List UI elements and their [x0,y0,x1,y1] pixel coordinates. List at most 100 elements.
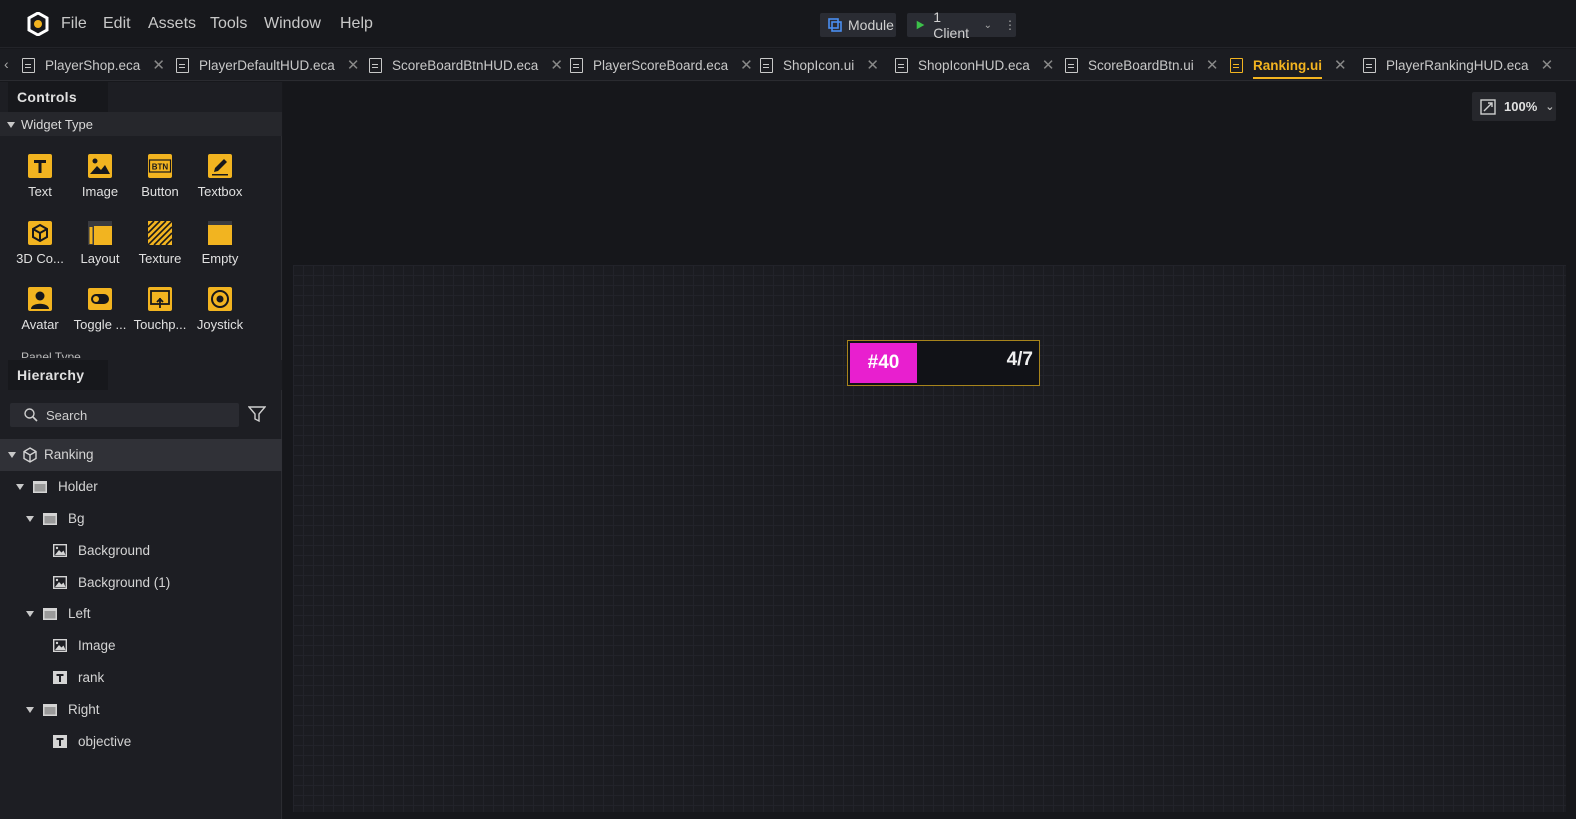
widget-avatar[interactable]: Avatar [10,283,70,343]
widget-label: Avatar [21,317,59,332]
widget-toggle[interactable]: Toggle ... [70,283,130,343]
chevron-down-icon[interactable]: ⌄ [984,20,992,31]
close-icon[interactable]: ✕ [152,56,165,74]
textbox-icon [208,154,232,178]
controls-tab[interactable]: Controls [8,82,108,112]
tree-node-background[interactable]: Background [0,535,282,567]
tree-node-label: Image [78,638,116,653]
text-node-icon [53,671,67,684]
ranking-preview-widget[interactable]: #40 4/7 [847,340,1040,386]
widget-textbox[interactable]: Textbox [190,150,250,210]
tab-shopicon-ui[interactable]: ShopIcon.ui ✕ [760,49,879,81]
hierarchy-tab[interactable]: Hierarchy [8,360,108,390]
controls-panel-header: Controls [0,82,282,112]
menu-assets[interactable]: Assets [148,15,196,33]
widget-text[interactable]: Text [10,150,70,210]
tab-label: ScoreBoardBtnHUD.eca [392,57,539,73]
tab-playerscoreboard-eca[interactable]: PlayerScoreBoard.eca ✕ [570,49,753,81]
module-button[interactable]: Module [820,13,896,37]
prefab-cube-icon [23,447,37,463]
collapse-triangle-icon[interactable] [7,122,15,128]
tab-scoreboardbtnhud-eca[interactable]: ScoreBoardBtnHUD.eca ✕ [369,49,563,81]
tab-playershop-eca[interactable]: PlayerShop.eca ✕ [22,49,165,81]
widget-label: Joystick [196,317,244,332]
close-icon[interactable]: ✕ [550,56,563,74]
expand-triangle-icon[interactable] [8,452,16,458]
close-icon[interactable]: ✕ [866,56,879,74]
expand-triangle-icon[interactable] [26,611,34,617]
zoom-value: 100% [1504,99,1538,114]
tab-playerrankinghud-eca[interactable]: PlayerRankingHUD.eca ✕ [1363,49,1553,81]
widget-touchpad[interactable]: Touchp... [130,283,190,343]
rank-text: #40 [867,352,900,373]
file-icon [570,57,583,73]
objective-text[interactable]: 4/7 [1007,349,1033,371]
widget-layout[interactable]: Layout [70,217,130,277]
close-icon[interactable]: ✕ [1334,56,1347,74]
tree-node-background-1[interactable]: Background (1) [0,567,282,599]
tab-label: PlayerShop.eca [45,57,141,73]
tree-node-ranking[interactable]: Ranking [0,439,282,471]
close-icon[interactable]: ✕ [1042,56,1055,74]
tab-scoreboardbtn-ui[interactable]: ScoreBoardBtn.ui ✕ [1065,49,1218,81]
search-placeholder: Search [46,407,88,423]
tree-node-objective[interactable]: objective [0,726,282,758]
menu-help[interactable]: Help [340,15,373,33]
play-icon [916,20,925,30]
button-icon: BTN [148,154,172,178]
widget-3d-container[interactable]: 3D Co... [10,217,70,277]
tab-label: Ranking.ui [1253,58,1323,79]
app-logo-icon [27,12,49,36]
widget-type-label: Widget Type [21,117,94,132]
tree-node-label: Background (1) [78,575,171,590]
panel-type-section[interactable]: Panel Type [0,350,282,358]
close-icon[interactable]: ✕ [347,56,360,74]
widget-image[interactable]: Image [70,150,130,210]
tab-label: PlayerDefaultHUD.eca [199,57,335,73]
close-icon[interactable]: ✕ [1206,56,1219,74]
tree-node-rank[interactable]: rank [0,662,282,694]
play-client-button[interactable]: 1 Client ⌄ ⋮ [907,9,1016,41]
filter-icon[interactable] [248,405,266,423]
tab-scroll-left-icon[interactable]: ‹ [4,56,9,72]
tab-label: PlayerRankingHUD.eca [1386,57,1529,73]
menu-bar: File Edit Assets Tools Window Help Modul… [0,0,1576,48]
menu-window[interactable]: Window [264,15,321,33]
widget-texture[interactable]: Texture [130,217,190,277]
close-icon[interactable]: ✕ [1541,56,1554,74]
tree-node-label: Bg [68,511,85,526]
widget-type-section[interactable]: Widget Type [0,112,282,136]
tab-label: ShopIcon.ui [783,57,855,73]
tree-node-right[interactable]: Right [0,694,282,726]
widget-button[interactable]: BTN Button [130,150,190,210]
tree-node-label: Ranking [44,447,94,462]
tab-ranking-ui[interactable]: Ranking.ui ✕ [1230,49,1347,81]
expand-triangle-icon[interactable] [16,484,24,490]
tab-shopiconhud-eca[interactable]: ShopIconHUD.eca ✕ [895,49,1054,81]
menu-file[interactable]: File [61,15,87,33]
tree-node-bg[interactable]: Bg [0,503,282,535]
hierarchy-search-input[interactable]: Search [10,403,239,427]
close-icon[interactable]: ✕ [740,56,753,74]
image-icon [53,576,67,589]
widget-empty[interactable]: Empty [190,217,250,277]
tab-label: ShopIconHUD.eca [918,57,1030,73]
text-node-icon [53,735,67,748]
widget-label: Button [141,184,179,199]
tree-node-image[interactable]: Image [0,630,282,662]
tree-node-left[interactable]: Left [0,598,282,630]
more-options-icon[interactable]: ⋮ [1004,18,1016,32]
widget-joystick[interactable]: Joystick [190,283,250,343]
rank-badge[interactable]: #40 [850,343,917,383]
empty-icon [208,221,232,245]
menu-edit[interactable]: Edit [103,15,131,33]
expand-triangle-icon[interactable] [26,516,34,522]
tree-node-holder[interactable]: Holder [0,471,282,503]
file-icon [369,57,382,73]
menu-tools[interactable]: Tools [210,15,247,33]
texture-icon [148,221,172,245]
file-icon [22,57,35,73]
zoom-control[interactable]: 100% ⌄ [1472,92,1556,121]
expand-triangle-icon[interactable] [26,707,34,713]
tab-playerdefaulthud-eca[interactable]: PlayerDefaultHUD.eca ✕ [176,49,359,81]
